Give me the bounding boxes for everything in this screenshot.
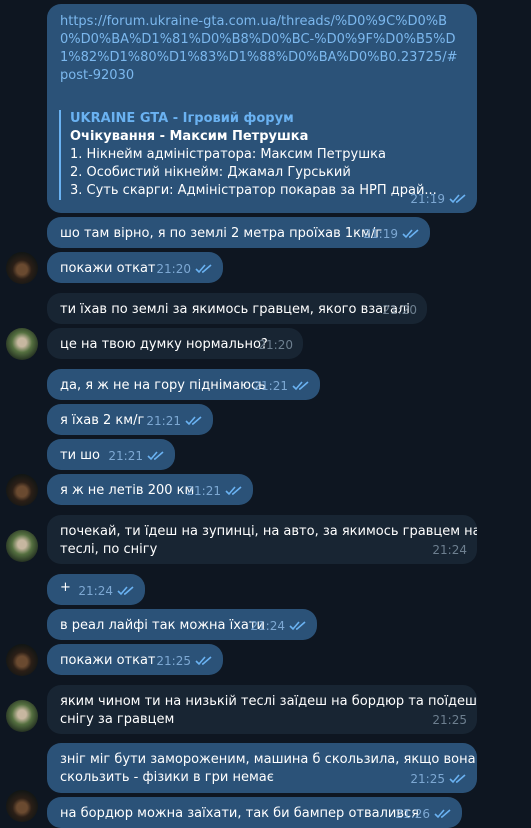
message-text: в реал лайфі так можна їхати bbox=[60, 618, 265, 633]
message-outgoing[interactable]: + 21:24 bbox=[47, 574, 145, 605]
contact-avatar[interactable] bbox=[6, 252, 38, 284]
double-check-icon bbox=[185, 416, 202, 426]
message-time: 21:19 bbox=[363, 227, 398, 241]
message-meta: 21:21 bbox=[253, 379, 310, 393]
message-text-line2: снігу за гравцем bbox=[60, 712, 175, 727]
message-time: 21:24 bbox=[432, 543, 467, 557]
message-text-line2: теслі, по снігу bbox=[60, 542, 158, 557]
message-link-url[interactable]: https://forum.ukraine-gta.com.ua/threads… bbox=[60, 13, 460, 85]
message-outgoing[interactable]: шо там вірно, я по землі 2 метра проїхав… bbox=[47, 217, 430, 248]
contact-avatar[interactable] bbox=[6, 644, 38, 676]
message-text: + bbox=[60, 580, 71, 595]
message-time: 21:20 bbox=[156, 262, 191, 276]
message-text: почекай, ти їдеш на зупинці, на авто, за… bbox=[60, 524, 477, 539]
message-incoming[interactable]: почекай, ти їдеш на зупинці, на авто, за… bbox=[47, 515, 477, 564]
message-outgoing[interactable]: зніг міг бути замороженим, машина б скол… bbox=[47, 743, 477, 793]
contact-avatar[interactable] bbox=[6, 328, 38, 360]
message-text: покажи откат bbox=[60, 261, 156, 276]
contact-avatar[interactable] bbox=[6, 790, 38, 822]
message-time: 21:25 bbox=[432, 713, 467, 727]
message-time: 21:21 bbox=[186, 484, 221, 498]
message-meta: 21:26 bbox=[395, 807, 452, 821]
message-text: яким чином ти на низькій теслі заїдеш на… bbox=[60, 694, 477, 709]
contact-avatar[interactable] bbox=[6, 474, 38, 506]
message-incoming[interactable]: ти їхав по землі за якимось гравцем, яко… bbox=[47, 293, 427, 324]
message-meta: 21:21 bbox=[146, 414, 203, 428]
message-time: 21:25 bbox=[156, 654, 191, 668]
message-text-line2: скользить - фізики в гри немає bbox=[60, 770, 274, 785]
link-preview-line: 2. Особистий нікнейм: Джамал Гурський bbox=[70, 165, 351, 180]
message-meta: 21:25 bbox=[410, 772, 467, 786]
double-check-icon bbox=[195, 656, 212, 666]
message-time: 21:25 bbox=[410, 772, 445, 786]
message-text: це на твою думку нормально? bbox=[60, 337, 268, 352]
message-time: 21:20 bbox=[382, 303, 417, 317]
message-meta: 21:24 bbox=[432, 543, 467, 557]
link-preview-site: UKRAINE GTA - Ігровий форум bbox=[70, 111, 294, 126]
link-preview[interactable]: UKRAINE GTA - Ігровий форум Очікування -… bbox=[59, 110, 437, 200]
message-meta: 21:21 bbox=[186, 484, 243, 498]
message-time: 21:24 bbox=[78, 584, 113, 598]
message-meta: 21:24 bbox=[78, 584, 135, 598]
message-meta: 21:20 bbox=[258, 338, 293, 352]
message-outgoing[interactable]: я ж не летів 200 км 21:21 bbox=[47, 474, 253, 505]
message-time: 21:24 bbox=[250, 619, 285, 633]
message-text: я їхав 2 км/г bbox=[60, 413, 145, 428]
message-time: 21:20 bbox=[258, 338, 293, 352]
message-time: 21:19 bbox=[410, 192, 445, 206]
double-check-icon bbox=[292, 381, 309, 391]
double-check-icon bbox=[449, 774, 466, 784]
double-check-icon bbox=[117, 586, 134, 596]
double-check-icon bbox=[449, 194, 466, 204]
double-check-icon bbox=[289, 621, 306, 631]
contact-avatar[interactable] bbox=[6, 530, 38, 562]
message-outgoing[interactable]: на бордюр можна заїхати, так би бампер о… bbox=[47, 797, 462, 828]
message-meta: 21:19 bbox=[410, 192, 467, 206]
message-meta: 21:20 bbox=[382, 303, 417, 317]
message-meta: 21:25 bbox=[432, 713, 467, 727]
message-time: 21:26 bbox=[395, 807, 430, 821]
message-incoming[interactable]: це на твою думку нормально? 21:20 bbox=[47, 328, 303, 359]
message-text: шо там вірно, я по землі 2 метра проїхав… bbox=[60, 226, 383, 241]
message-time: 21:21 bbox=[108, 449, 143, 463]
message-text: покажи откат bbox=[60, 653, 156, 668]
message-text: я ж не летів 200 км bbox=[60, 483, 195, 498]
message-meta: 21:21 bbox=[108, 449, 165, 463]
double-check-icon bbox=[402, 229, 419, 239]
message-outgoing[interactable]: я їхав 2 км/г 21:21 bbox=[47, 404, 213, 435]
message-meta: 21:24 bbox=[250, 619, 307, 633]
message-outgoing[interactable]: в реал лайфі так можна їхати 21:24 bbox=[47, 609, 317, 640]
message-text: ти шо bbox=[60, 448, 101, 463]
contact-avatar[interactable] bbox=[6, 700, 38, 732]
double-check-icon bbox=[225, 486, 242, 496]
message-time: 21:21 bbox=[253, 379, 288, 393]
message-outgoing[interactable]: да, я ж не на гору піднімаюсь 21:21 bbox=[47, 369, 320, 400]
double-check-icon bbox=[147, 451, 164, 461]
double-check-icon bbox=[195, 264, 212, 274]
message-meta: 21:25 bbox=[156, 654, 213, 668]
message-time: 21:21 bbox=[146, 414, 181, 428]
message-text: зніг міг бути замороженим, машина б скол… bbox=[60, 752, 477, 767]
message-text: на бордюр можна заїхати, так би бампер о… bbox=[60, 806, 419, 821]
link-preview-line: 3. Суть скарги: Адміністратор покарав за… bbox=[70, 183, 437, 198]
message-meta: 21:20 bbox=[156, 262, 213, 276]
message-link[interactable]: https://forum.ukraine-gta.com.ua/threads… bbox=[47, 4, 477, 213]
message-text: да, я ж не на гору піднімаюсь bbox=[60, 378, 266, 393]
message-incoming[interactable]: яким чином ти на низькій теслі заїдеш на… bbox=[47, 685, 477, 734]
message-outgoing[interactable]: ти шо 21:21 bbox=[47, 439, 175, 470]
message-text: ти їхав по землі за якимось гравцем, яко… bbox=[60, 302, 410, 317]
link-preview-title: Очікування - Максим Петрушка bbox=[70, 129, 309, 144]
message-outgoing[interactable]: покажи откат 21:20 bbox=[47, 252, 223, 283]
link-preview-line: 1. Нікнейм адміністратора: Максим Петруш… bbox=[70, 147, 386, 162]
double-check-icon bbox=[434, 809, 451, 819]
message-outgoing[interactable]: покажи откат 21:25 bbox=[47, 644, 223, 675]
message-meta: 21:19 bbox=[363, 227, 420, 241]
